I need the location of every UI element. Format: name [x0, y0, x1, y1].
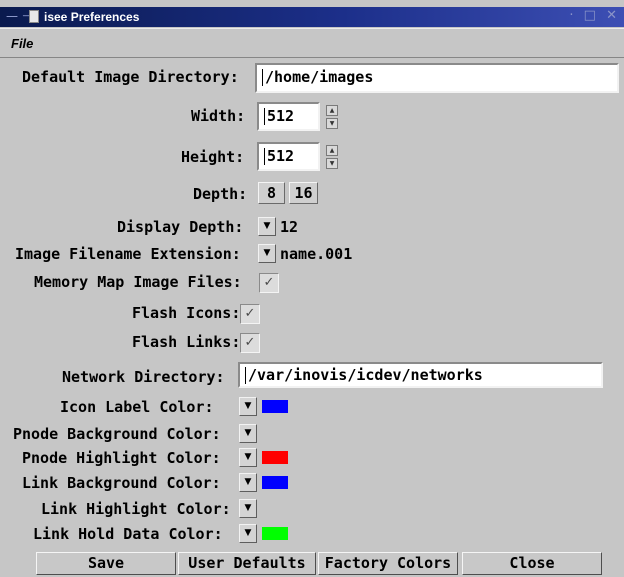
memory-map-image-files-checkbox[interactable]: ✓: [259, 273, 279, 293]
flash-links-label: Flash Links:: [132, 333, 241, 351]
height-value: 512: [267, 147, 295, 165]
user-defaults-button[interactable]: User Defaults: [178, 552, 316, 575]
menu-file[interactable]: File: [11, 36, 33, 51]
depth-option-8[interactable]: 8: [258, 182, 285, 204]
window-title: isee Preferences: [44, 10, 140, 24]
menu-bar: File: [0, 28, 624, 58]
link-background-color-swatch: [262, 476, 288, 489]
icon-label-color-label: Icon Label Color:: [60, 398, 214, 416]
width-value: 512: [267, 107, 295, 125]
flash-icons-checkbox[interactable]: ✓: [240, 304, 260, 324]
icon-label-color-swatch: [262, 400, 288, 413]
pnode-highlight-color-swatch: [262, 451, 288, 464]
icon-label-color-dropdown-icon[interactable]: ▼: [239, 397, 257, 416]
memory-map-image-files-label: Memory Map Image Files:: [34, 273, 242, 291]
default-image-directory-input[interactable]: /home/images: [255, 63, 619, 93]
link-hold-data-color-dropdown-icon[interactable]: ▼: [239, 524, 257, 543]
minimize-icon[interactable]: ·: [569, 8, 576, 23]
close-window-icon[interactable]: ✕: [606, 8, 620, 23]
link-background-color-dropdown-icon[interactable]: ▼: [239, 473, 257, 492]
image-filename-extension-dropdown-icon[interactable]: ▼: [258, 244, 276, 263]
text-cursor: [264, 148, 265, 165]
text-cursor: [245, 367, 246, 384]
link-highlight-color-label: Link Highlight Color:: [41, 500, 231, 518]
depth-option-16[interactable]: 16: [289, 182, 318, 204]
height-spin-up-icon[interactable]: ▲: [326, 145, 338, 156]
text-cursor: [264, 108, 265, 125]
network-directory-label: Network Directory:: [62, 368, 225, 386]
default-image-directory-value: /home/images: [265, 68, 374, 86]
link-background-color-label: Link Background Color:: [22, 474, 221, 492]
height-input[interactable]: 512: [257, 142, 320, 171]
window-controls[interactable]: · □ ✕: [569, 8, 620, 23]
pnode-highlight-color-dropdown-icon[interactable]: ▼: [239, 448, 257, 467]
app-icon: [29, 10, 39, 23]
default-image-directory-label: Default Image Directory:: [22, 68, 239, 86]
link-highlight-color-dropdown-icon[interactable]: ▼: [239, 499, 257, 518]
link-hold-data-color-swatch: [262, 527, 288, 540]
width-label: Width:: [191, 107, 246, 125]
image-filename-extension-label: Image Filename Extension:: [15, 245, 241, 263]
flash-icons-label: Flash Icons:: [132, 304, 241, 322]
display-depth-value: 12: [280, 218, 299, 236]
width-spin-down-icon[interactable]: ▼: [326, 118, 338, 129]
depth-label: Depth:: [193, 185, 248, 203]
display-depth-label: Display Depth:: [117, 218, 244, 236]
close-button[interactable]: Close: [462, 552, 602, 575]
network-directory-value: /var/inovis/icdev/networks: [248, 366, 483, 384]
pnode-background-color-dropdown-icon[interactable]: ▼: [239, 424, 257, 443]
display-depth-dropdown-icon[interactable]: ▼: [258, 217, 276, 236]
pnode-background-color-label: Pnode Background Color:: [13, 425, 221, 443]
maximize-icon[interactable]: □: [584, 8, 599, 23]
save-button[interactable]: Save: [36, 552, 176, 575]
title-bar[interactable]: — ⊣ isee Preferences · □ ✕: [0, 7, 624, 27]
image-filename-extension-value: name.001: [280, 245, 353, 263]
height-spin-down-icon[interactable]: ▼: [326, 158, 338, 169]
preferences-window: — ⊣ isee Preferences · □ ✕ File Default …: [0, 0, 624, 577]
width-spin-up-icon[interactable]: ▲: [326, 105, 338, 116]
height-label: Height:: [181, 148, 245, 166]
network-directory-input[interactable]: /var/inovis/icdev/networks: [238, 362, 603, 388]
width-input[interactable]: 512: [257, 102, 320, 131]
factory-colors-button[interactable]: Factory Colors: [318, 552, 458, 575]
text-cursor: [262, 69, 263, 86]
pnode-highlight-color-label: Pnode Highlight Color:: [22, 449, 221, 467]
flash-links-checkbox[interactable]: ✓: [240, 333, 260, 353]
link-hold-data-color-label: Link Hold Data Color:: [33, 525, 223, 543]
